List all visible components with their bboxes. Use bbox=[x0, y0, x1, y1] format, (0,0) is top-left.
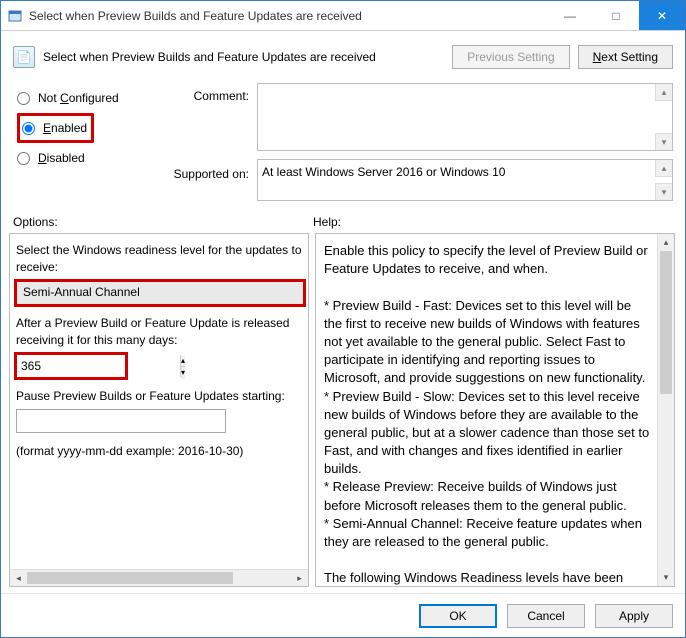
gpo-dialog: Select when Preview Builds and Feature U… bbox=[0, 0, 686, 638]
vscroll-thumb[interactable] bbox=[660, 251, 672, 394]
radio-not-configured-input[interactable] bbox=[17, 92, 30, 105]
supported-label: Supported on: bbox=[167, 159, 249, 181]
supported-scroll-down[interactable]: ▾ bbox=[655, 183, 672, 200]
readiness-label: Select the Windows readiness level for t… bbox=[16, 242, 304, 277]
defer-label: After a Preview Build or Feature Update … bbox=[16, 315, 304, 350]
window-controls: — □ ✕ bbox=[547, 1, 685, 30]
spinner-buttons: ▴ ▾ bbox=[180, 355, 185, 377]
titlebar: Select when Preview Builds and Feature U… bbox=[1, 1, 685, 31]
comment-value bbox=[262, 86, 652, 148]
section-labels: Options: Help: bbox=[1, 201, 685, 233]
pause-date-input[interactable] bbox=[16, 409, 226, 433]
comment-textarea[interactable]: ▴ ▾ bbox=[257, 83, 673, 151]
subheader: 📄 Select when Preview Builds and Feature… bbox=[1, 31, 685, 79]
hscroll-left[interactable]: ◂ bbox=[10, 570, 27, 586]
supported-on-box: At least Windows Server 2016 or Windows … bbox=[257, 159, 673, 201]
comment-scroll-up[interactable]: ▴ bbox=[655, 84, 672, 101]
vscroll-track[interactable] bbox=[658, 251, 674, 569]
policy-icon: 📄 bbox=[13, 46, 35, 68]
state-and-meta: Not Configured Enabled Disabled Comment:… bbox=[1, 79, 685, 201]
maximize-button[interactable]: □ bbox=[593, 1, 639, 30]
supported-on-value: At least Windows Server 2016 or Windows … bbox=[262, 164, 652, 198]
hscroll-right[interactable]: ▸ bbox=[291, 570, 308, 586]
help-label: Help: bbox=[313, 215, 341, 229]
apply-button[interactable]: Apply bbox=[595, 604, 673, 628]
footer: OK Cancel Apply bbox=[1, 593, 685, 637]
help-vscroll[interactable]: ▴ ▾ bbox=[657, 234, 674, 586]
highlight-enabled: Enabled bbox=[17, 113, 94, 143]
next-setting-rest: ext Setting bbox=[601, 50, 658, 64]
panes: Select the Windows readiness level for t… bbox=[1, 233, 685, 593]
next-setting-button[interactable]: Next Setting bbox=[578, 45, 673, 69]
vscroll-up[interactable]: ▴ bbox=[658, 234, 674, 251]
supported-scroll-up[interactable]: ▴ bbox=[655, 160, 672, 177]
pause-format-hint: (format yyyy-mm-dd example: 2016-10-30) bbox=[16, 443, 304, 460]
state-radios: Not Configured Enabled Disabled bbox=[17, 83, 167, 201]
comment-scroll-down[interactable]: ▾ bbox=[655, 133, 672, 150]
readiness-dropdown[interactable]: Semi-Annual Channel bbox=[16, 281, 304, 305]
hscroll-track[interactable] bbox=[27, 570, 291, 586]
options-label: Options: bbox=[13, 215, 313, 229]
readiness-value: Semi-Annual Channel bbox=[23, 284, 140, 301]
pause-label: Pause Preview Builds or Feature Updates … bbox=[16, 388, 304, 405]
radio-enabled[interactable]: Enabled bbox=[22, 117, 87, 139]
options-hscroll[interactable]: ◂ ▸ bbox=[10, 569, 308, 586]
help-text: Enable this policy to specify the level … bbox=[316, 234, 674, 586]
previous-setting-button[interactable]: Previous Setting bbox=[452, 45, 569, 69]
hscroll-thumb[interactable] bbox=[27, 572, 233, 584]
defer-days-input[interactable] bbox=[17, 355, 180, 377]
comment-label: Comment: bbox=[167, 89, 249, 159]
meta-fields: ▴ ▾ At least Windows Server 2016 or Wind… bbox=[257, 83, 673, 201]
minimize-button[interactable]: — bbox=[547, 1, 593, 30]
next-setting-accel: N bbox=[593, 50, 602, 64]
policy-title: Select when Preview Builds and Feature U… bbox=[43, 50, 444, 64]
spinner-up[interactable]: ▴ bbox=[181, 355, 185, 368]
spinner-down[interactable]: ▾ bbox=[181, 367, 185, 379]
meta-labels: Comment: Supported on: bbox=[167, 83, 257, 201]
radio-disabled-input[interactable] bbox=[17, 152, 30, 165]
app-icon bbox=[7, 8, 23, 24]
options-body: Select the Windows readiness level for t… bbox=[10, 234, 308, 569]
radio-not-configured[interactable]: Not Configured bbox=[17, 87, 167, 109]
radio-enabled-input[interactable] bbox=[22, 122, 35, 135]
defer-days-spinner[interactable]: ▴ ▾ bbox=[16, 354, 126, 378]
close-button[interactable]: ✕ bbox=[639, 1, 685, 30]
window-title: Select when Preview Builds and Feature U… bbox=[29, 9, 547, 23]
cancel-button[interactable]: Cancel bbox=[507, 604, 585, 628]
ok-button[interactable]: OK bbox=[419, 604, 497, 628]
options-pane: Select the Windows readiness level for t… bbox=[9, 233, 309, 587]
help-pane: Enable this policy to specify the level … bbox=[315, 233, 675, 587]
vscroll-down[interactable]: ▾ bbox=[658, 569, 674, 586]
radio-disabled[interactable]: Disabled bbox=[17, 147, 167, 169]
